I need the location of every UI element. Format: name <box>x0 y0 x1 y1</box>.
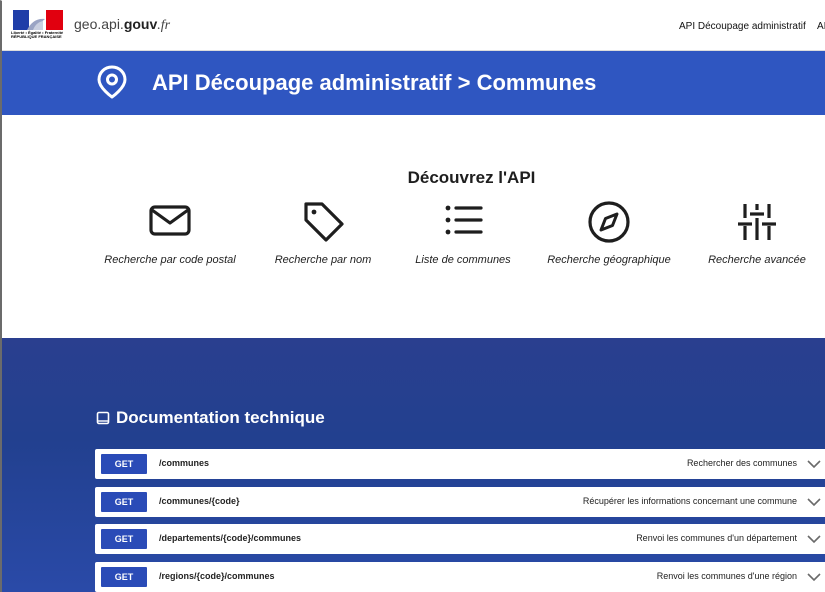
nav-link-decoupage[interactable]: API Découpage administratif <box>679 21 806 32</box>
logo-text: Liberté • Égalité • Fraternité RÉPUBLIQU… <box>11 30 64 39</box>
envelope-icon <box>149 205 191 236</box>
endpoint-summary: Renvoi les communes d'un département <box>636 533 797 543</box>
http-method-badge: GET <box>101 454 147 474</box>
endpoint-path: /regions/{code}/communes <box>159 571 275 581</box>
feature-liste[interactable]: Liste de communes <box>388 200 538 266</box>
endpoint-path: /communes/{code} <box>159 496 240 506</box>
discover-section: Découvrez l'API Recherche par code posta… <box>2 115 825 338</box>
documentation-title: Documentation technique <box>96 408 325 428</box>
endpoint-row[interactable]: GET /communes Rechercher des communes <box>95 449 825 479</box>
endpoint-summary: Rechercher des communes <box>686 458 797 468</box>
http-method-badge: GET <box>101 567 147 587</box>
site-name-bold: gouv <box>123 16 158 32</box>
endpoint-path: /communes <box>159 458 210 468</box>
discover-title: Découvrez l'API <box>407 168 536 187</box>
sliders-icon <box>738 204 776 240</box>
feature-code-postal[interactable]: Recherche par code postal <box>95 200 245 266</box>
nav-link-truncated[interactable]: AI <box>817 21 825 32</box>
documentation-section: Documentation technique GET /communes Re… <box>2 338 825 592</box>
documentation-title-text: Documentation technique <box>116 408 325 427</box>
site-name-prefix: geo.api. <box>74 16 124 32</box>
page-title: API Découpage administratif > Communes <box>152 70 597 95</box>
site-name[interactable]: geo.api.gouv.fr <box>74 16 170 34</box>
http-method-badge: GET <box>101 529 147 549</box>
http-method-badge: GET <box>101 492 147 512</box>
feature-label: Recherche par code postal <box>104 254 236 266</box>
site-name-suffix: .fr <box>157 18 171 33</box>
endpoint-row[interactable]: GET /communes/{code} Récupérer les infor… <box>95 487 825 517</box>
feature-label: Recherche avancée <box>708 254 806 266</box>
chevron-down-icon[interactable] <box>807 571 821 583</box>
endpoint-summary: Renvoi les communes d'une région <box>656 571 797 581</box>
marianne-flag-icon <box>13 10 63 30</box>
chevron-down-icon[interactable] <box>807 496 821 508</box>
compass-icon <box>588 201 630 243</box>
tag-icon <box>304 202 344 242</box>
chevron-down-icon[interactable] <box>807 533 821 545</box>
endpoint-row[interactable]: GET /departements/{code}/communes Renvoi… <box>95 524 825 554</box>
top-header: Liberté • Égalité • Fraternité RÉPUBLIQU… <box>2 0 825 51</box>
endpoint-path: /departements/{code}/communes <box>159 533 302 543</box>
feature-geographique[interactable]: Recherche géographique <box>534 200 684 266</box>
list-icon <box>445 205 483 235</box>
feature-label: Liste de communes <box>415 254 511 266</box>
page-banner: API Découpage administratif > Communes <box>2 51 825 115</box>
feature-label: Recherche géographique <box>547 254 671 266</box>
feature-avancee[interactable]: Recherche avancée <box>682 200 825 266</box>
chevron-down-icon[interactable] <box>807 458 821 470</box>
republique-francaise-logo[interactable]: Liberté • Égalité • Fraternité RÉPUBLIQU… <box>11 10 67 40</box>
location-pin-icon <box>97 65 127 99</box>
endpoint-row[interactable]: GET /regions/{code}/communes Renvoi les … <box>95 562 825 592</box>
book-icon <box>96 411 110 425</box>
feature-nom[interactable]: Recherche par nom <box>248 200 398 266</box>
feature-label: Recherche par nom <box>274 254 372 266</box>
endpoint-summary: Récupérer les informations concernant un… <box>582 496 797 506</box>
